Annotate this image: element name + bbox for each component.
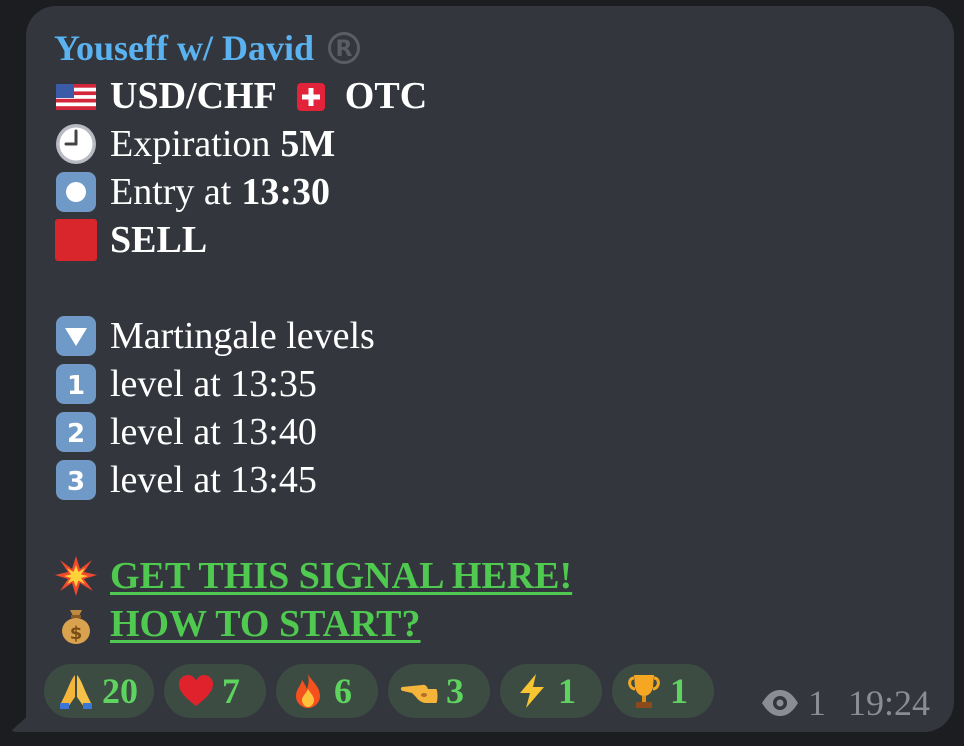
entry-line: Entry at 13:30	[54, 168, 934, 216]
swiss-flag-icon	[289, 74, 333, 118]
svg-text:$: $	[70, 623, 83, 644]
trophy-icon	[624, 671, 664, 711]
svg-text:1: 1	[67, 371, 85, 401]
reaction-heart[interactable]: 7	[164, 664, 266, 718]
level-line: 2 level at 13:40	[54, 408, 934, 456]
level-line: 3 level at 13:45	[54, 456, 934, 504]
keycap-2-icon: 2	[54, 410, 98, 454]
direction-value: SELL	[110, 219, 208, 261]
reaction-count: 20	[102, 671, 138, 711]
pray-icon	[56, 671, 96, 711]
reaction-pray[interactable]: 20	[44, 664, 154, 718]
expiration-value: 5M	[280, 123, 336, 165]
level-text: level at 13:40	[110, 411, 317, 453]
pair-line: USD/CHF OTC	[54, 72, 934, 120]
fire-icon	[288, 671, 328, 711]
martingale-title-line: Martingale levels	[54, 312, 934, 360]
level-text: level at 13:35	[110, 363, 317, 405]
keycap-3-icon: 3	[54, 458, 98, 502]
message-content: Youseff w/ David R USD/CHF OTC Expiratio…	[54, 24, 934, 648]
entry-value: 13:30	[241, 171, 331, 213]
message-meta: 1 19:24	[760, 682, 930, 724]
expiration-line: Expiration 5M	[54, 120, 934, 168]
red-square-icon	[54, 218, 98, 262]
message-time: 19:24	[847, 683, 930, 723]
down-triangle-button-icon	[54, 314, 98, 358]
svg-text:2: 2	[67, 419, 85, 449]
message-bubble: Youseff w/ David R USD/CHF OTC Expiratio…	[26, 6, 954, 732]
keycap-1-icon: 1	[54, 362, 98, 406]
get-signal-link[interactable]: GET THIS SIGNAL HERE!	[110, 552, 572, 600]
reaction-count: 1	[670, 671, 688, 711]
entry-label: Entry at	[110, 171, 232, 213]
reaction-count: 3	[446, 671, 464, 711]
reaction-trophy[interactable]: 1	[612, 664, 714, 718]
reaction-count: 6	[334, 671, 352, 711]
pair-suffix: OTC	[344, 75, 428, 117]
collision-icon	[54, 554, 98, 598]
how-to-start-link[interactable]: HOW TO START?	[110, 600, 421, 648]
heart-icon	[176, 671, 216, 711]
pair-name: USD/CHF	[110, 75, 277, 117]
reaction-point[interactable]: 3	[388, 664, 490, 718]
author-name[interactable]: Youseff w/ David	[54, 24, 314, 72]
lightning-icon	[512, 671, 552, 711]
reaction-fire[interactable]: 6	[276, 664, 378, 718]
reaction-count: 7	[222, 671, 240, 711]
view-count: 1	[807, 683, 826, 723]
record-button-icon	[54, 170, 98, 214]
registered-icon: R	[328, 32, 361, 64]
us-flag-icon	[54, 74, 98, 118]
level-text: level at 13:45	[110, 459, 317, 501]
reactions-bar: 20 7 6 3 1 1	[44, 664, 714, 718]
money-bag-icon: $	[54, 602, 98, 646]
reaction-count: 1	[558, 671, 576, 711]
level-line: 1 level at 13:35	[54, 360, 934, 408]
start-link-line: $ HOW TO START?	[54, 600, 934, 648]
reaction-lightning[interactable]: 1	[500, 664, 602, 718]
signal-link-line: GET THIS SIGNAL HERE!	[54, 552, 934, 600]
point-icon	[400, 671, 440, 711]
svg-text:3: 3	[67, 467, 85, 497]
direction-line: SELL	[54, 216, 934, 264]
martingale-title: Martingale levels	[110, 315, 375, 357]
author-line: Youseff w/ David R	[54, 24, 934, 72]
expiration-label: Expiration	[110, 123, 271, 165]
clock-icon	[54, 122, 98, 166]
eye-icon	[760, 688, 800, 718]
